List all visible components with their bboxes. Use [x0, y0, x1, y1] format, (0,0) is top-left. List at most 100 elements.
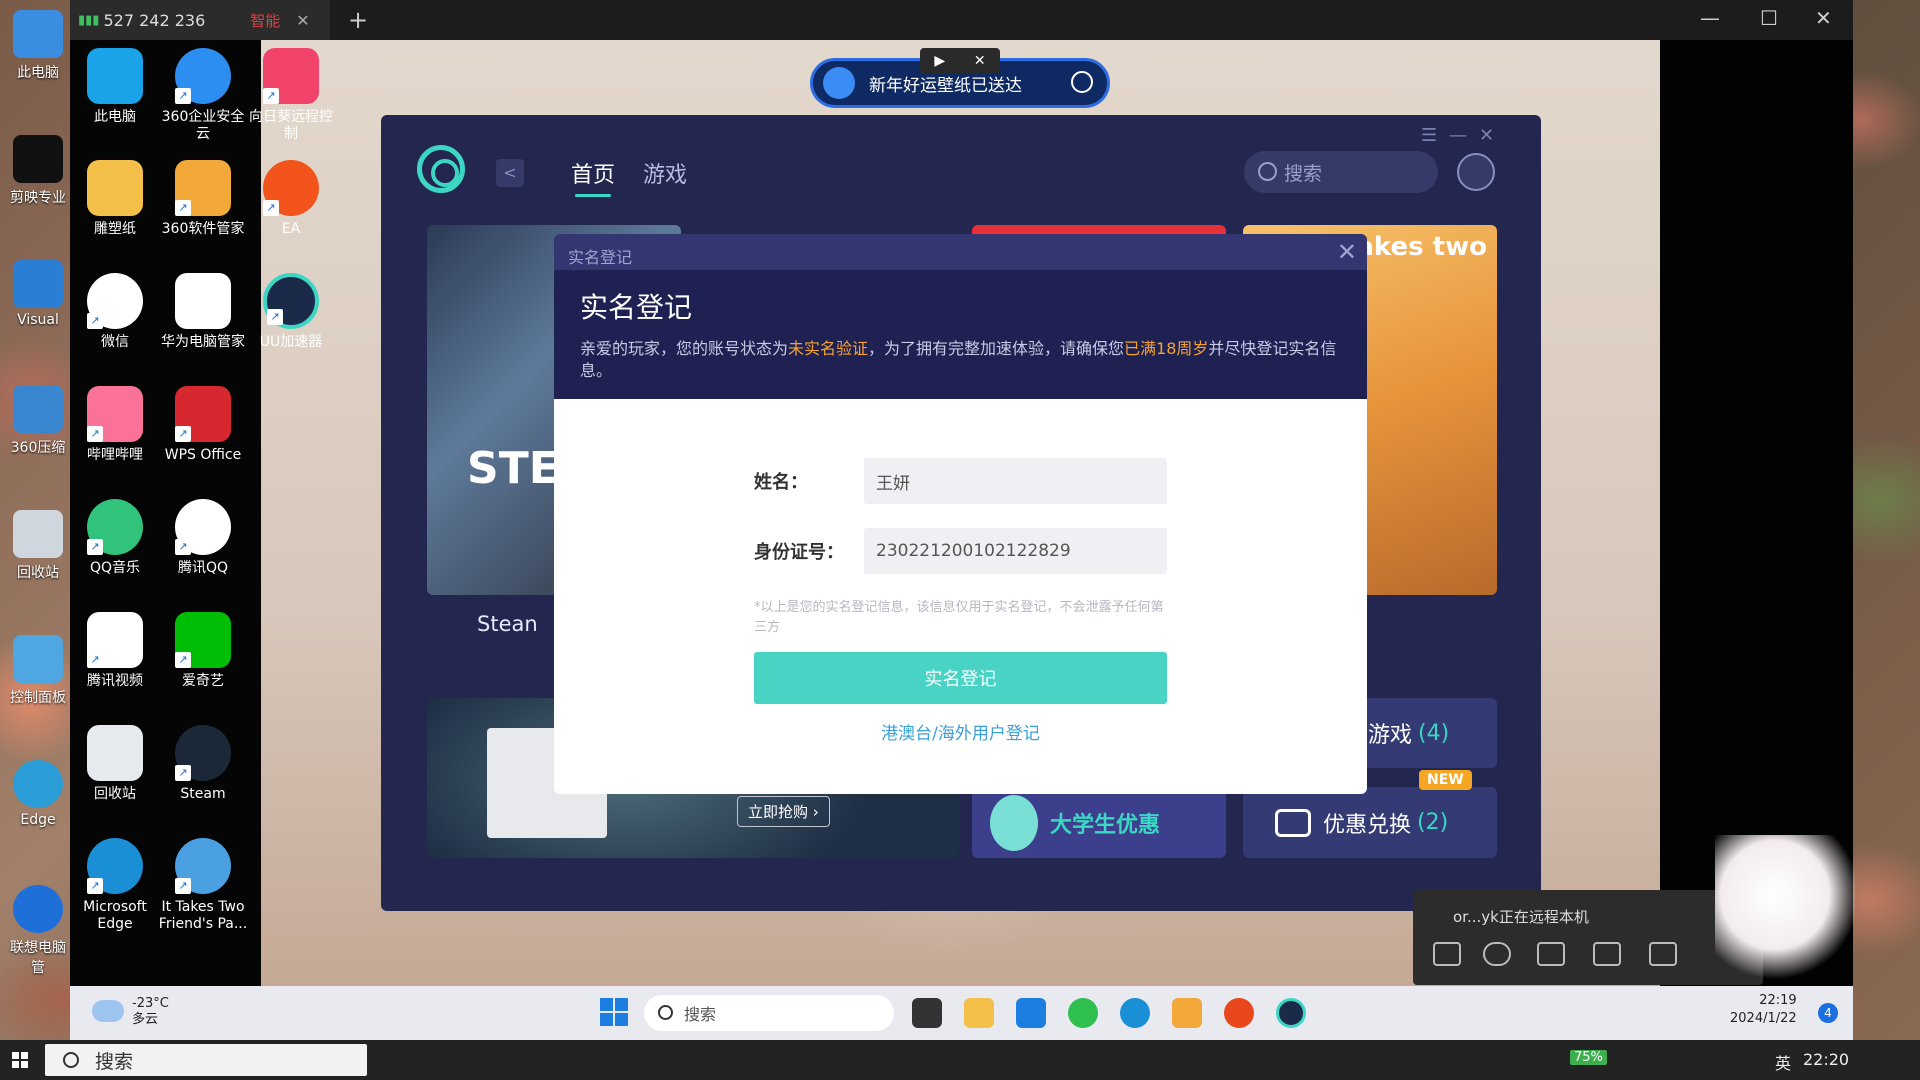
menu-icon[interactable]: ☰ — [1421, 125, 1437, 146]
play-icon[interactable]: ▶ — [934, 53, 945, 69]
name-row: 姓名： 王妍 — [754, 458, 1167, 504]
start-button[interactable] — [600, 998, 628, 1026]
modal-close-icon[interactable]: ✕ — [1337, 238, 1357, 266]
host-icon-label: 360压缩 — [10, 440, 66, 456]
id-number-field[interactable]: 230221200102122829 — [864, 528, 1167, 574]
file-explorer-icon[interactable] — [964, 998, 994, 1028]
desktop-icon-label: 此电脑 — [94, 109, 136, 125]
host-taskbar: 搜索 75% 英 22:20 — [0, 1040, 1920, 1080]
overseas-register-link[interactable]: 港澳台/海外用户登记 — [754, 719, 1167, 744]
close-icon[interactable]: ✕ — [974, 53, 986, 69]
text-icon[interactable] — [1593, 942, 1621, 966]
host-search[interactable]: 搜索 — [45, 1044, 367, 1076]
steam-card-text: STE — [467, 443, 559, 494]
ime-indicator[interactable]: 英 — [1775, 1050, 1791, 1074]
desktop-icon[interactable]: ↗ 哔哩哔哩 — [70, 386, 160, 464]
temperature: -23°C — [132, 996, 169, 1011]
desktop-icon[interactable]: ↗ It Takes Two Friend's Pa... — [158, 838, 248, 933]
host-icon-lenovo[interactable]: 联想电脑管 — [8, 885, 68, 977]
desktop-icon[interactable]: ↗ 爱奇艺 — [158, 612, 248, 690]
desktop-icon[interactable]: 此电脑 — [70, 48, 160, 126]
edge-icon[interactable] — [1120, 998, 1150, 1028]
mail-icon[interactable] — [1016, 998, 1046, 1028]
close-button[interactable]: ✕ — [1815, 6, 1832, 30]
desktop-icon[interactable]: 华为电脑管家 — [158, 273, 248, 351]
remote-titlebar: ▮▮▮ 527 242 236 智能 ✕ + — ☐ ✕ — [70, 0, 1853, 40]
desktop-icon-label: 回收站 — [94, 786, 136, 802]
file-transfer-icon[interactable] — [1649, 942, 1677, 966]
desktop-icon[interactable]: ↗ EA — [246, 160, 336, 238]
keyboard-icon[interactable] — [1537, 942, 1565, 966]
host-icon-recycle[interactable]: 回收站 — [8, 510, 68, 582]
desktop-icon[interactable]: ↗ UU加速器 — [246, 273, 336, 351]
minimize-button[interactable]: — — [1700, 6, 1720, 30]
bilibili-icon: ↗ — [87, 386, 143, 442]
mode-label[interactable]: 智能 — [250, 10, 280, 31]
ticket-icon — [1275, 809, 1311, 837]
desktop-icon[interactable]: ↗ 微信 — [70, 273, 160, 351]
windows-start-icon[interactable] — [12, 1052, 28, 1068]
edge-icon — [13, 760, 63, 808]
uu-icon[interactable] — [1276, 998, 1306, 1028]
lenovo-icon — [13, 885, 63, 933]
microphone-icon[interactable] — [1483, 942, 1511, 966]
desktop-icon[interactable]: ↗ 腾讯视频 — [70, 612, 160, 690]
taskbar-search[interactable]: 搜索 — [644, 995, 894, 1031]
weather-text: 多云 — [132, 1012, 159, 1027]
desktop-icon[interactable]: ↗ Steam — [158, 725, 248, 803]
sunlogin-icon: ↗ — [263, 48, 319, 104]
host-icon-360zip[interactable]: 360压缩 — [8, 385, 68, 457]
buy-now-button[interactable]: 立即抢购 › — [737, 796, 830, 827]
remote-tab[interactable]: ▮▮▮ 527 242 236 智能 ✕ — [70, 0, 330, 40]
desktop-icon[interactable]: ↗ WPS Office — [158, 386, 248, 464]
host-icon-jianying[interactable]: 剪映专业 — [8, 135, 68, 207]
ea-icon: ↗ — [263, 160, 319, 216]
search-icon — [658, 1005, 673, 1020]
new-tab-button[interactable]: + — [348, 6, 368, 34]
student-discount-button[interactable]: 大学生优惠 — [972, 787, 1226, 858]
host-icon-control-panel[interactable]: 控制面板 — [8, 635, 68, 707]
desktop-icon[interactable]: 雕塑纸 — [70, 160, 160, 238]
coupon-button[interactable]: 优惠兑换 (2) — [1243, 787, 1497, 858]
360-icon[interactable] — [1172, 998, 1202, 1028]
ea-icon[interactable] — [1224, 998, 1254, 1028]
weather-widget[interactable]: -23°C 多云 — [92, 996, 169, 1028]
submit-button[interactable]: 实名登记 — [754, 652, 1167, 704]
host-icon-vscode[interactable]: Visual — [8, 260, 68, 328]
signal-icon: ▮▮▮ — [78, 12, 100, 28]
tab-close-icon[interactable]: ✕ — [296, 11, 309, 30]
notification-badge[interactable]: 4 — [1818, 1003, 1838, 1023]
tab-home[interactable]: 首页 — [571, 157, 615, 197]
desktop-icon[interactable]: ↗ 向日葵远程控制 — [246, 48, 336, 143]
back-button[interactable]: < — [496, 159, 524, 187]
wechat-icon[interactable] — [1068, 998, 1098, 1028]
search-box[interactable]: 搜索 — [1244, 151, 1438, 193]
maximize-button[interactable]: ☐ — [1760, 6, 1778, 30]
id-label: 身份证号： — [754, 542, 844, 563]
mascot-avatar-icon — [823, 67, 855, 99]
minimize-icon[interactable]: — — [1449, 125, 1467, 146]
desktop-icon-label: 向日葵远程控制 — [249, 109, 333, 142]
clock[interactable]: 22:19 2024/1/22 — [1730, 992, 1797, 1028]
desktop-icon[interactable]: ↗ Microsoft Edge — [70, 838, 160, 933]
host-icon-this-pc[interactable]: 此电脑 — [8, 10, 68, 82]
desktop-icon[interactable]: 回收站 — [70, 725, 160, 803]
name-field[interactable]: 王妍 — [864, 458, 1167, 504]
host-clock[interactable]: 22:20 — [1803, 1050, 1849, 1069]
host-icon-edge[interactable]: Edge — [8, 760, 68, 828]
desktop-icon[interactable]: ↗ QQ音乐 — [70, 499, 160, 577]
uu-logo-icon — [417, 145, 465, 193]
close-icon[interactable]: ✕ — [1479, 125, 1494, 146]
chat-icon[interactable] — [1433, 942, 1461, 966]
user-avatar-icon[interactable] — [1457, 153, 1495, 191]
tab-games[interactable]: 游戏 — [643, 157, 687, 189]
desktop-icon[interactable]: ↗ 腾讯QQ — [158, 499, 248, 577]
search-icon — [1258, 162, 1277, 181]
desktop-icon-label: 华为电脑管家 — [161, 334, 245, 350]
jianying-icon — [13, 135, 63, 183]
desktop-icon[interactable]: ↗ 360软件管家 — [158, 160, 248, 238]
task-view-icon[interactable] — [912, 998, 942, 1028]
desktop-icon[interactable]: ↗ 360企业安全云 — [158, 48, 248, 143]
search-icon[interactable] — [1071, 71, 1093, 93]
battery-indicator[interactable]: 75% — [1570, 1050, 1607, 1065]
